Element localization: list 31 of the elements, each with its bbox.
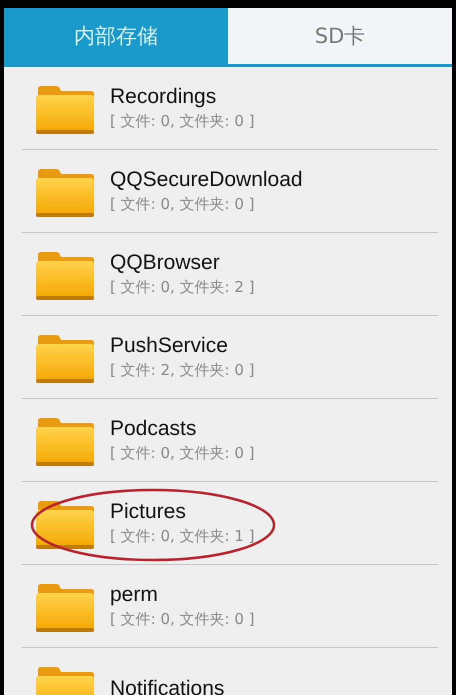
folder-icon: [36, 86, 94, 134]
folder-name: Recordings: [110, 85, 218, 109]
folder-item[interactable]: QQSecureDownload [ 文件: 0, 文件夹: 0 ]: [22, 150, 438, 233]
folder-name: Podcasts: [110, 417, 198, 441]
folder-info: [ 文件: 2, 文件夹: 0 ]: [110, 361, 255, 380]
folder-name: QQBrowser: [110, 251, 221, 275]
folder-icon: [36, 335, 94, 383]
folder-item[interactable]: Recordings [ 文件: 0, 文件夹: 0 ]: [22, 67, 438, 150]
folder-info: [ 文件: 0, 文件夹: 0 ]: [110, 610, 255, 629]
folder-name: PushService: [110, 334, 229, 358]
folder-icon: [36, 252, 94, 300]
folder-icon: [36, 169, 94, 217]
folder-name: Notifications: [110, 677, 224, 695]
folder-icon: [36, 501, 94, 549]
folder-icon: [36, 584, 94, 632]
folder-item[interactable]: Podcasts [ 文件: 0, 文件夹: 0 ]: [22, 399, 438, 482]
folder-name: QQSecureDownload: [110, 168, 303, 192]
folder-info: [ 文件: 0, 文件夹: 0 ]: [110, 444, 255, 463]
folder-icon: [36, 418, 94, 466]
folder-info: [ 文件: 0, 文件夹: 0 ]: [110, 195, 256, 214]
folder-item[interactable]: QQBrowser [ 文件: 0, 文件夹: 2 ]: [22, 233, 438, 316]
folder-info: [ 文件: 0, 文件夹: 1 ]: [110, 527, 255, 546]
storage-tab[interactable]: SD卡: [228, 8, 452, 64]
folder-item[interactable]: PushService [ 文件: 2, 文件夹: 0 ]: [22, 316, 438, 399]
folder-item[interactable]: Pictures [ 文件: 0, 文件夹: 1 ]: [22, 482, 438, 565]
folder-info: [ 文件: 0, 文件夹: 2 ]: [110, 278, 255, 297]
folder-name: Pictures: [110, 500, 187, 524]
folder-item[interactable]: Notifications: [22, 648, 438, 695]
folder-name: perm: [110, 583, 159, 607]
folder-item[interactable]: perm [ 文件: 0, 文件夹: 0 ]: [22, 565, 438, 648]
folder-info: [ 文件: 0, 文件夹: 0 ]: [110, 112, 255, 131]
